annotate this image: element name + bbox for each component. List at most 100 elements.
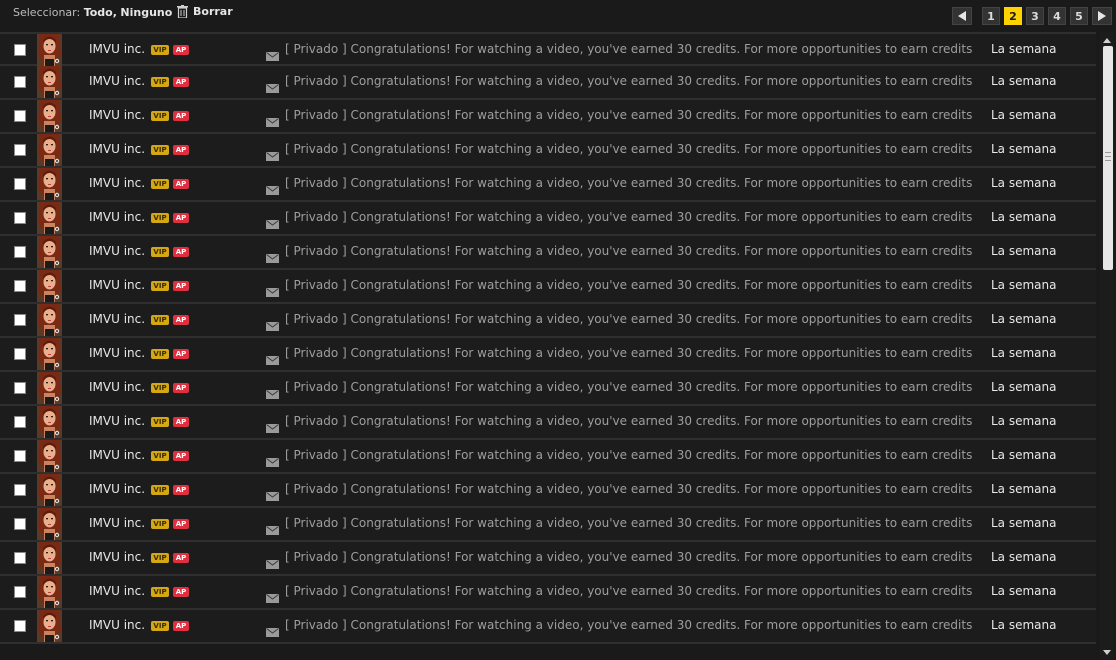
message-subject[interactable]: [ Privado ] Congratulations! For watchin… — [285, 584, 972, 598]
row-checkbox[interactable] — [14, 416, 26, 428]
sender-name[interactable]: IMVU inc. — [89, 584, 145, 598]
sender-name[interactable]: IMVU inc. — [89, 550, 145, 564]
message-subject[interactable]: [ Privado ] Congratulations! For watchin… — [285, 108, 972, 122]
row-checkbox[interactable] — [14, 552, 26, 564]
avatar[interactable] — [37, 542, 62, 574]
sender-name[interactable]: IMVU inc. — [89, 74, 145, 88]
message-row[interactable]: IMVU inc. VIP AP [ Privado ] Congratulat… — [0, 270, 1096, 304]
sender-name[interactable]: IMVU inc. — [89, 516, 145, 530]
message-row[interactable]: IMVU inc. VIP AP [ Privado ] Congratulat… — [0, 100, 1096, 134]
avatar[interactable] — [37, 508, 62, 540]
row-checkbox[interactable] — [14, 144, 26, 156]
message-subject[interactable]: [ Privado ] Congratulations! For watchin… — [285, 448, 972, 462]
row-checkbox[interactable] — [14, 280, 26, 292]
message-subject[interactable]: [ Privado ] Congratulations! For watchin… — [285, 380, 972, 394]
message-row[interactable]: IMVU inc. VIP AP [ Privado ] Congratulat… — [0, 304, 1096, 338]
scroll-up-button[interactable] — [1101, 34, 1113, 46]
sender-name[interactable]: IMVU inc. — [89, 108, 145, 122]
sender-name[interactable]: IMVU inc. — [89, 244, 145, 258]
sender-name[interactable]: IMVU inc. — [89, 210, 145, 224]
message-row[interactable]: IMVU inc. VIP AP [ Privado ] Congratulat… — [0, 542, 1096, 576]
message-row[interactable]: IMVU inc. VIP AP [ Privado ] Congratulat… — [0, 406, 1096, 440]
sender-name[interactable]: IMVU inc. — [89, 176, 145, 190]
scroll-track[interactable] — [1102, 46, 1113, 646]
message-subject[interactable]: [ Privado ] Congratulations! For watchin… — [285, 42, 972, 56]
avatar[interactable] — [37, 576, 62, 608]
scroll-thumb[interactable] — [1103, 46, 1113, 270]
message-subject[interactable]: [ Privado ] Congratulations! For watchin… — [285, 414, 972, 428]
sender-name[interactable]: IMVU inc. — [89, 448, 145, 462]
message-subject[interactable]: [ Privado ] Congratulations! For watchin… — [285, 618, 972, 632]
message-subject[interactable]: [ Privado ] Congratulations! For watchin… — [285, 482, 972, 496]
page-button-active[interactable]: 2 — [1004, 7, 1022, 25]
avatar[interactable] — [37, 168, 62, 200]
page-button[interactable]: 3 — [1026, 7, 1044, 25]
message-row[interactable]: IMVU inc. VIP AP [ Privado ] Congratulat… — [0, 508, 1096, 542]
row-checkbox[interactable] — [14, 450, 26, 462]
page-button[interactable]: 4 — [1048, 7, 1066, 25]
message-subject[interactable]: [ Privado ] Congratulations! For watchin… — [285, 312, 972, 326]
avatar[interactable] — [37, 236, 62, 268]
message-subject[interactable]: [ Privado ] Congratulations! For watchin… — [285, 142, 972, 156]
row-checkbox[interactable] — [14, 518, 26, 530]
prev-page-button[interactable] — [952, 7, 972, 25]
delete-button[interactable]: Borrar — [177, 5, 233, 19]
sender-name[interactable]: IMVU inc. — [89, 346, 145, 360]
select-all-link[interactable]: Todo — [84, 6, 113, 19]
avatar[interactable] — [37, 100, 62, 132]
next-page-button[interactable] — [1092, 7, 1112, 25]
sender-name[interactable]: IMVU inc. — [89, 142, 145, 156]
message-subject[interactable]: [ Privado ] Congratulations! For watchin… — [285, 244, 972, 258]
row-checkbox[interactable] — [14, 212, 26, 224]
page-button[interactable]: 1 — [982, 7, 1000, 25]
message-row[interactable]: IMVU inc. VIP AP [ Privado ] Congratulat… — [0, 440, 1096, 474]
sender-name[interactable]: IMVU inc. — [89, 42, 145, 56]
row-checkbox[interactable] — [14, 76, 26, 88]
sender-name[interactable]: IMVU inc. — [89, 312, 145, 326]
message-row[interactable]: IMVU inc. VIP AP [ Privado ] Congratulat… — [0, 202, 1096, 236]
sender-name[interactable]: IMVU inc. — [89, 278, 145, 292]
page-button[interactable]: 5 — [1070, 7, 1088, 25]
select-none-link[interactable]: Ninguno — [120, 6, 172, 19]
sender-name[interactable]: IMVU inc. — [89, 618, 145, 632]
message-row[interactable]: IMVU inc. VIP AP [ Privado ] Congratulat… — [0, 338, 1096, 372]
row-checkbox[interactable] — [14, 110, 26, 122]
row-checkbox[interactable] — [14, 178, 26, 190]
avatar[interactable] — [37, 338, 62, 370]
avatar[interactable] — [37, 610, 62, 642]
message-row[interactable]: IMVU inc. VIP AP [ Privado ] Congratulat… — [0, 168, 1096, 202]
row-checkbox[interactable] — [14, 44, 26, 56]
avatar[interactable] — [37, 270, 62, 302]
message-row[interactable]: IMVU inc. VIP AP [ Privado ] Congratulat… — [0, 66, 1096, 100]
message-subject[interactable]: [ Privado ] Congratulations! For watchin… — [285, 278, 972, 292]
row-checkbox[interactable] — [14, 314, 26, 326]
message-row[interactable]: IMVU inc. VIP AP [ Privado ] Congratulat… — [0, 134, 1096, 168]
scroll-down-button[interactable] — [1101, 646, 1113, 658]
message-subject[interactable]: [ Privado ] Congratulations! For watchin… — [285, 516, 972, 530]
message-row[interactable]: IMVU inc. VIP AP [ Privado ] Congratulat… — [0, 576, 1096, 610]
sender-name[interactable]: IMVU inc. — [89, 482, 145, 496]
row-checkbox[interactable] — [14, 620, 26, 632]
row-checkbox[interactable] — [14, 484, 26, 496]
message-subject[interactable]: [ Privado ] Congratulations! For watchin… — [285, 346, 972, 360]
row-checkbox[interactable] — [14, 348, 26, 360]
avatar[interactable] — [37, 66, 62, 98]
message-row[interactable]: IMVU inc. VIP AP [ Privado ] Congratulat… — [0, 610, 1096, 644]
message-row[interactable]: IMVU inc. VIP AP [ Privado ] Congratulat… — [0, 372, 1096, 406]
avatar[interactable] — [37, 474, 62, 506]
row-checkbox[interactable] — [14, 246, 26, 258]
message-subject[interactable]: [ Privado ] Congratulations! For watchin… — [285, 550, 972, 564]
message-subject[interactable]: [ Privado ] Congratulations! For watchin… — [285, 176, 972, 190]
message-subject[interactable]: [ Privado ] Congratulations! For watchin… — [285, 74, 972, 88]
message-row[interactable]: IMVU inc. VIP AP [ Privado ] Congratulat… — [0, 474, 1096, 508]
avatar[interactable] — [37, 304, 62, 336]
sender-name[interactable]: IMVU inc. — [89, 414, 145, 428]
scrollbar[interactable] — [1100, 32, 1114, 660]
avatar[interactable] — [37, 406, 62, 438]
row-checkbox[interactable] — [14, 586, 26, 598]
avatar[interactable] — [37, 372, 62, 404]
sender-name[interactable]: IMVU inc. — [89, 380, 145, 394]
avatar[interactable] — [37, 440, 62, 472]
message-row[interactable]: IMVU inc. VIP AP [ Privado ] Congratulat… — [0, 32, 1096, 66]
message-subject[interactable]: [ Privado ] Congratulations! For watchin… — [285, 210, 972, 224]
